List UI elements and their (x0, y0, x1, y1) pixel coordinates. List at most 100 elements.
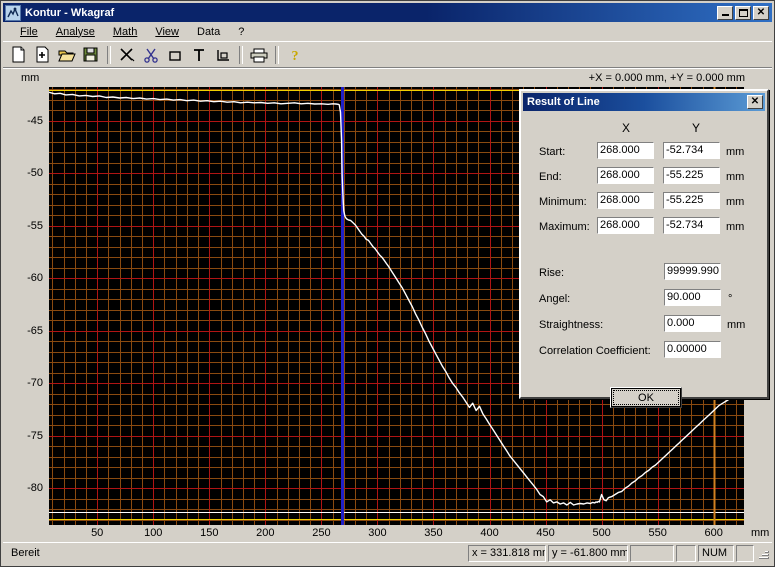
column-header-x: X (622, 121, 631, 135)
cursor-delta-readout: +X = 0.000 mm, +Y = 0.000 mm (588, 72, 745, 84)
x-tick-label: 500 (592, 527, 611, 539)
ok-button[interactable]: OK (610, 387, 682, 408)
corner-axis-icon[interactable] (211, 44, 234, 66)
dialog-title-text: Result of Line (527, 96, 600, 108)
save-disk-icon[interactable] (79, 44, 102, 66)
menu-item-file[interactable]: File (11, 24, 47, 40)
x-axis-unit-label: mm (751, 527, 770, 539)
x-tick-label: 400 (480, 527, 499, 539)
menu-item-data[interactable]: Data (188, 24, 229, 40)
svg-text:?: ? (291, 49, 298, 63)
y-axis-tick-labels: -45 -50 -55 -60 -65 -70 -75 -80 (3, 87, 47, 525)
field-straightness[interactable]: 0.000 (664, 315, 721, 332)
add-file-icon[interactable] (31, 44, 54, 66)
toolbar-separator-3 (275, 45, 279, 64)
label-straightness: Straightness: (539, 319, 604, 331)
open-folder-icon[interactable] (55, 44, 78, 66)
field-maximum-y[interactable]: -52.734 (663, 217, 720, 234)
unit-maximum: mm (726, 221, 745, 233)
window-buttons: ✕ (717, 5, 769, 20)
status-y-readout: y = -61.800 mm (548, 545, 628, 562)
menu-item-view[interactable]: View (146, 24, 188, 40)
application-window: Kontur - Wkagraf ✕ File Analyse Math Vie… (0, 0, 775, 567)
x-tick-label: 150 (200, 527, 219, 539)
label-minimum: Minimum: (539, 196, 587, 208)
label-maximum: Maximum: (539, 221, 590, 233)
dialog-title-bar: Result of Line ✕ (523, 93, 765, 111)
menu-file-label: File (20, 25, 38, 38)
maximize-button[interactable] (735, 5, 751, 20)
text-tool-icon[interactable] (187, 44, 210, 66)
unit-straightness: mm (727, 319, 746, 331)
label-rise: Rise: (539, 267, 565, 279)
status-num-indicator: NUM (698, 545, 734, 562)
printer-icon[interactable] (247, 44, 270, 66)
cross-marker-icon[interactable] (115, 44, 138, 66)
x-tick-label: 450 (536, 527, 555, 539)
x-tick-label: 200 (256, 527, 275, 539)
x-tick-label: 250 (312, 527, 331, 539)
status-bar: Bereit x = 331.818 mm y = -61.800 mm NUM (3, 542, 772, 564)
menu-data-label: Data (197, 25, 221, 38)
y-tick-label: -65 (27, 324, 43, 337)
x-tick-label: 50 (91, 527, 104, 539)
unit-minimum: mm (726, 196, 745, 208)
new-file-icon[interactable] (7, 44, 30, 66)
rectangle-icon[interactable] (163, 44, 186, 66)
y-tick-label: -55 (27, 219, 43, 232)
menu-bar: File Analyse Math View Data ? (3, 22, 772, 41)
toolbar: ? (3, 41, 772, 67)
status-x-readout: x = 331.818 mm (468, 545, 546, 562)
status-message: Bereit (11, 547, 40, 559)
result-of-line-dialog: Result of Line ✕ X Y Start: 268.000 -52.… (519, 89, 769, 408)
label-correlation-coefficient: Correlation Coefficient: (539, 345, 651, 357)
y-tick-label: -50 (27, 167, 43, 180)
field-start-y[interactable]: -52.734 (663, 142, 720, 159)
y-tick-label: -75 (27, 429, 43, 442)
toolbar-separator-1 (107, 45, 111, 64)
scissors-icon[interactable] (139, 44, 162, 66)
menu-item-analyse[interactable]: Analyse (47, 24, 104, 40)
x-tick-label: 600 (704, 527, 723, 539)
field-start-x[interactable]: 268.000 (597, 142, 654, 159)
field-minimum-y[interactable]: -55.225 (663, 192, 720, 209)
close-button[interactable]: ✕ (753, 5, 769, 20)
unit-end: mm (726, 171, 745, 183)
x-tick-label: 100 (144, 527, 163, 539)
menu-analyse-label: Analyse (55, 25, 95, 38)
field-angel[interactable]: 90.000 (664, 289, 721, 306)
status-pane-6 (736, 545, 754, 562)
y-tick-label: -80 (27, 482, 43, 495)
x-tick-label: 300 (368, 527, 387, 539)
y-tick-label: -60 (27, 272, 43, 285)
field-maximum-x[interactable]: 268.000 (597, 217, 654, 234)
resize-grip[interactable] (756, 547, 770, 561)
window-title: Kontur - Wkagraf (25, 6, 115, 19)
minimize-button[interactable] (717, 5, 733, 20)
label-end: End: (539, 171, 562, 183)
field-rise[interactable]: 99999.990 (664, 263, 721, 280)
menu-item-math[interactable]: Math (104, 24, 146, 40)
x-tick-label: 350 (424, 527, 443, 539)
field-end-y[interactable]: -55.225 (663, 167, 720, 184)
unit-angel: ° (728, 293, 733, 305)
menu-help-label: ? (238, 25, 245, 38)
toolbar-separator-2 (239, 45, 243, 64)
field-correlation-coefficient[interactable]: 0.00000 (664, 341, 721, 358)
menu-math-label: Math (112, 25, 138, 38)
column-header-y: Y (692, 121, 701, 135)
menu-item-help[interactable]: ? (229, 24, 253, 40)
x-axis-tick-labels: 50 100 150 200 250 300 350 400 450 500 550 600 (49, 527, 749, 542)
y-axis-unit-label: mm (21, 72, 40, 84)
x-tick-label: 550 (648, 527, 667, 539)
menu-view-label: View (155, 25, 179, 38)
label-angel: Angel: (539, 293, 571, 305)
unit-start: mm (726, 146, 745, 158)
field-end-x[interactable]: 268.000 (597, 167, 654, 184)
y-tick-label: -45 (27, 114, 43, 127)
title-bar: Kontur - Wkagraf ✕ (3, 3, 772, 22)
dialog-body: X Y Start: 268.000 -52.734 mm End: 268.0… (523, 113, 765, 408)
help-question-icon[interactable]: ? (283, 44, 306, 66)
dialog-close-button[interactable]: ✕ (747, 95, 763, 109)
field-minimum-x[interactable]: 268.000 (597, 192, 654, 209)
